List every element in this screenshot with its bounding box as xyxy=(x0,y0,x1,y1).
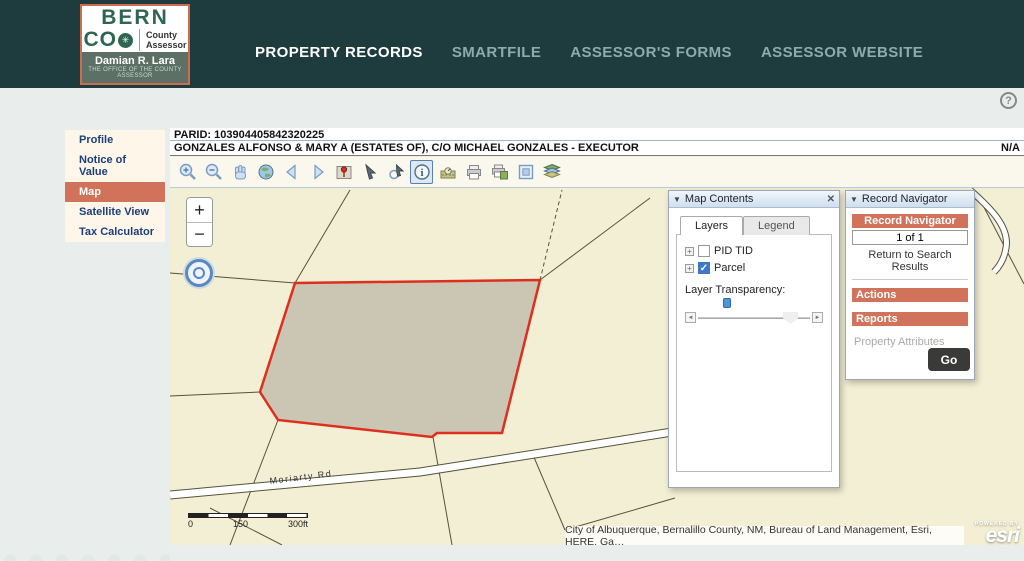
select-cursor-icon[interactable] xyxy=(358,160,381,184)
crosshair-icon xyxy=(193,267,205,279)
map-contents-title: Map Contents xyxy=(684,193,754,205)
print-map-icon[interactable] xyxy=(488,160,511,184)
slider-right-arrow[interactable]: ► xyxy=(812,312,823,323)
identify-cursor-icon[interactable] xyxy=(384,160,407,184)
sidebar: Profile Notice of Value Map Satellite Vi… xyxy=(65,130,165,242)
sidebar-item-profile[interactable]: Profile xyxy=(65,130,165,150)
property-attributes-link[interactable]: Property Attributes xyxy=(854,336,968,348)
pid-tid-label: PID TID xyxy=(714,245,753,257)
next-extent-icon[interactable] xyxy=(306,160,329,184)
expand-icon[interactable]: + xyxy=(685,263,694,273)
parcel-info: PARID: 103904405842320225 GONZALES ALFON… xyxy=(170,128,1024,156)
record-position-input[interactable] xyxy=(852,230,968,245)
map-zoom-in-button[interactable]: + xyxy=(187,198,212,222)
pid-tid-checkbox[interactable] xyxy=(698,245,710,257)
measure-icon[interactable] xyxy=(436,160,459,184)
sidebar-item-map[interactable]: Map xyxy=(65,182,165,202)
tab-legend[interactable]: Legend xyxy=(743,216,810,235)
parid-line: PARID: 103904405842320225 xyxy=(170,128,1024,141)
map-zoom-control: + − xyxy=(186,197,213,247)
value-right: N/A xyxy=(1001,142,1020,154)
map-zoom-out-button[interactable]: − xyxy=(187,222,212,246)
layers-icon[interactable] xyxy=(540,160,563,184)
logo-county2: Assessor xyxy=(145,40,187,50)
selected-parcel-polygon xyxy=(258,278,542,439)
parcel-checkbox[interactable]: ✓ xyxy=(698,262,710,274)
record-navigator-bar: Record Navigator xyxy=(852,214,968,228)
return-to-search-results-link[interactable]: Return to Search Results xyxy=(852,249,968,273)
esri-brand: esri xyxy=(985,524,1020,545)
tab-layers[interactable]: Layers xyxy=(680,216,744,235)
zia-sun-icon: ✳ xyxy=(117,32,133,48)
nav-assessor-website[interactable]: ASSESSOR WEBSITE xyxy=(761,44,923,61)
app-header: BERN CO ✳ County Assessor Damian R. Lara… xyxy=(0,0,1024,88)
collapse-arrow-icon: ▼ xyxy=(673,194,681,204)
sidebar-item-satellite-view[interactable]: Satellite View xyxy=(65,202,165,222)
nav-property-records[interactable]: PROPERTY RECORDS xyxy=(255,44,423,61)
map-canvas[interactable]: Moriarty Rd + − 0 150 300ft City of Albu… xyxy=(170,188,1024,545)
print-icon[interactable] xyxy=(462,160,485,184)
transparency-label: Layer Transparency: xyxy=(685,284,786,296)
actions-section-bar[interactable]: Actions xyxy=(852,288,968,302)
full-screen-icon[interactable] xyxy=(514,160,537,184)
reports-section-bar[interactable]: Reports xyxy=(852,312,968,326)
locate-pin-icon[interactable] xyxy=(332,160,355,184)
map-attribution: City of Albuquerque, Bernalillo County, … xyxy=(565,524,964,545)
sidebar-item-tax-calculator[interactable]: Tax Calculator xyxy=(65,222,165,242)
zoom-in-icon[interactable] xyxy=(176,160,199,184)
layers-tab-content: + PID TID + ✓ Parcel Layer Transparency:… xyxy=(676,234,832,472)
scale-end: 300ft xyxy=(287,519,308,529)
svg-text:i: i xyxy=(420,168,423,179)
parcel-label: Parcel xyxy=(714,262,746,274)
logo-county1: County xyxy=(145,30,177,40)
expand-icon[interactable]: + xyxy=(685,246,694,256)
previous-extent-icon[interactable] xyxy=(280,160,303,184)
logo-art: BERN CO ✳ County Assessor xyxy=(82,6,188,52)
sidebar-item-notice-of-value[interactable]: Notice of Value xyxy=(65,150,165,182)
layer-row-parcel: + ✓ Parcel xyxy=(685,262,823,274)
nav-smartfile[interactable]: SMARTFILE xyxy=(452,44,541,61)
scale-bar-line xyxy=(188,513,308,518)
decorative-footer-pattern xyxy=(0,545,170,561)
transparency-value-bubble xyxy=(723,298,731,308)
slider-track[interactable] xyxy=(698,312,810,324)
record-navigator-title: Record Navigator xyxy=(861,193,948,205)
scale-mid: 150 xyxy=(232,519,248,529)
locate-me-button[interactable] xyxy=(185,259,213,287)
map-contents-header[interactable]: ▼ Map Contents ✕ xyxy=(669,191,839,208)
logo-divider xyxy=(138,29,140,51)
collapse-arrow-icon: ▼ xyxy=(850,194,858,204)
nav-assessors-forms[interactable]: ASSESSOR'S FORMS xyxy=(570,44,732,61)
divider xyxy=(852,279,968,280)
go-button[interactable]: Go xyxy=(928,348,970,371)
record-navigator-header[interactable]: ▼ Record Navigator xyxy=(846,191,974,208)
bernco-logo[interactable]: BERN CO ✳ County Assessor Damian R. Lara… xyxy=(80,4,190,85)
map-toolbar: i xyxy=(170,157,1024,188)
record-navigator-panel: ▼ Record Navigator Record Navigator Retu… xyxy=(845,190,975,380)
assessor-name: Damian R. Lara xyxy=(94,55,176,67)
map-contents-panel: ▼ Map Contents ✕ Layers Legend + PID TID… xyxy=(668,190,840,488)
help-icon[interactable]: ? xyxy=(1000,92,1017,109)
scale-bar: 0 150 300ft xyxy=(188,513,308,529)
zoom-out-icon[interactable] xyxy=(202,160,225,184)
slider-left-arrow[interactable]: ◄ xyxy=(685,312,696,323)
layer-row-pid-tid: + PID TID xyxy=(685,245,823,257)
assessor-tagline: THE OFFICE OF THE COUNTY ASSESSOR xyxy=(88,67,182,79)
info-icon[interactable]: i xyxy=(410,160,433,184)
pan-hand-icon[interactable] xyxy=(228,160,251,184)
scale-start: 0 xyxy=(188,519,194,529)
full-extent-globe-icon[interactable] xyxy=(254,160,277,184)
layers-legend-tabs: Layers Legend xyxy=(676,216,832,235)
logo-line2: CO xyxy=(83,28,117,51)
close-icon[interactable]: ✕ xyxy=(827,194,835,205)
logo-line1: BERN xyxy=(101,6,169,29)
esri-logo: POWERED BY esri xyxy=(975,521,1020,545)
transparency-slider: ◄ ► xyxy=(685,312,823,324)
owner-line: GONZALES ALFONSO & MARY A (ESTATES OF), … xyxy=(174,142,639,154)
top-nav: PROPERTY RECORDS SMARTFILE ASSESSOR'S FO… xyxy=(255,44,923,61)
slider-thumb[interactable] xyxy=(783,312,799,324)
